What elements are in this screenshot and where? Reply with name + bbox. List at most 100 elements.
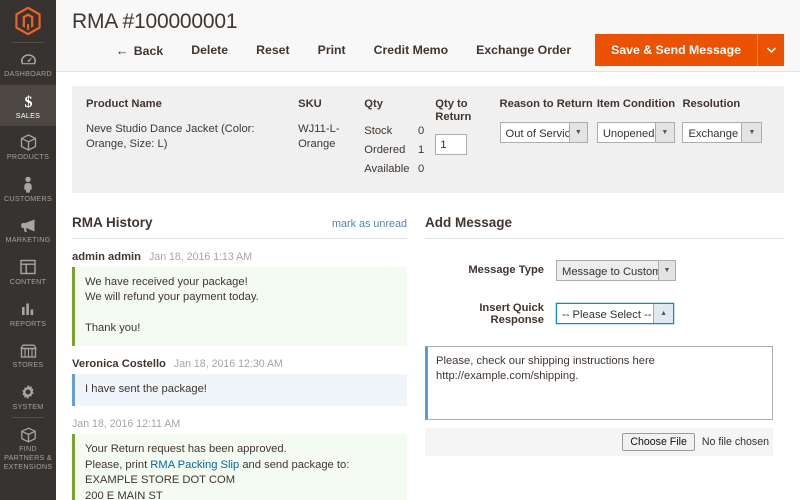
- sidebar-item-products[interactable]: Products: [0, 126, 56, 168]
- save-send-split-button: Save & Send Message: [595, 34, 784, 66]
- sku-value: WJ11-L-Orange: [298, 122, 340, 150]
- resolution-select[interactable]: Exchange ▼: [682, 121, 763, 143]
- print-button[interactable]: Print: [304, 37, 360, 63]
- history-message: Veronica Costello Jan 18, 2016 12:30 AM …: [72, 358, 407, 406]
- sidebar-item-content[interactable]: Content: [0, 251, 56, 293]
- message-type-value: Message to Customer: [562, 265, 658, 278]
- mark-as-unread-link[interactable]: mark as unread: [332, 218, 407, 230]
- history-message-body: We have received your package! We will r…: [72, 266, 407, 346]
- sidebar-item-label: Customers: [3, 193, 53, 203]
- dashboard-gauge-icon: [2, 50, 54, 69]
- history-message-meta: Veronica Costello Jan 18, 2016 12:30 AM: [72, 358, 407, 370]
- sidebar-item-system[interactable]: System: [0, 376, 56, 418]
- person-icon: [2, 175, 54, 194]
- sidebar-item-label: Sales: [15, 110, 41, 120]
- qty-to-return-input[interactable]: [435, 134, 468, 155]
- bar-chart-icon: [2, 300, 54, 319]
- reset-button[interactable]: Reset: [242, 37, 304, 63]
- gear-icon: [2, 383, 54, 402]
- save-and-send-message-button[interactable]: Save & Send Message: [595, 34, 757, 66]
- column-reason-to-return: Reason to Return Out of Service ▼: [499, 98, 597, 179]
- arrow-left-icon: ←: [115, 42, 129, 58]
- qty-ordered-row: Ordered 1: [364, 141, 424, 160]
- item-condition-select[interactable]: Unopened ▼: [596, 121, 675, 143]
- history-message-meta: admin admin Jan 18, 2016 1:13 AM: [72, 251, 407, 263]
- svg-text:$: $: [24, 94, 32, 110]
- qty-stock-label: Stock: [364, 124, 393, 137]
- choose-file-button[interactable]: Choose File: [622, 432, 695, 451]
- storefront-icon: [2, 341, 54, 360]
- sidebar-item-reports[interactable]: Reports: [0, 293, 56, 335]
- box-icon: [2, 133, 54, 152]
- save-options-toggle-button[interactable]: [757, 34, 784, 66]
- lower-columns: RMA History mark as unread admin admin J…: [72, 215, 784, 500]
- sidebar-item-label: Marketing: [5, 235, 51, 245]
- column-header: Resolution: [682, 98, 741, 110]
- sidebar-item-stores[interactable]: Stores: [0, 334, 56, 376]
- history-message-body: Your Return request has been approved. P…: [72, 434, 407, 500]
- column-qty-to-return: Qty to Return: [435, 98, 499, 179]
- message-textarea[interactable]: Please, check our shipping instructions …: [425, 345, 773, 420]
- page-actions-toolbar: ← Back Delete Reset Print Credit Memo Exc…: [102, 34, 784, 66]
- sidebar-item-label: Products: [6, 152, 50, 162]
- page-body: Product Name Neve Studio Dance Jacket (C…: [56, 86, 800, 500]
- exchange-order-button[interactable]: Exchange Order: [462, 37, 585, 63]
- package-icon: [2, 425, 54, 444]
- delete-button[interactable]: Delete: [177, 37, 242, 63]
- magento-logo-icon: [15, 7, 41, 35]
- sidebar-item-dashboard[interactable]: Dashboard: [0, 43, 56, 85]
- history-message-meta: Jan 18, 2016 12:11 AM: [72, 418, 407, 430]
- chevron-down-icon: ▼: [657, 260, 675, 280]
- reason-to-return-select[interactable]: Out of Service ▼: [499, 121, 588, 143]
- magento-logo[interactable]: [0, 0, 56, 42]
- message-type-label: Message Type: [468, 264, 544, 276]
- chevron-down-icon: ▼: [569, 122, 587, 142]
- sidebar-item-label: Content: [9, 276, 47, 286]
- history-message-body: I have sent the package!: [72, 373, 407, 406]
- sidebar-item-customers[interactable]: Customers: [0, 168, 56, 210]
- column-header: SKU: [298, 98, 322, 110]
- qty-ordered-value: 1: [418, 143, 425, 156]
- file-upload-control[interactable]: Choose File No file chosen: [622, 432, 769, 451]
- rma-history-panel: RMA History mark as unread admin admin J…: [72, 215, 425, 500]
- rma-packing-slip-link[interactable]: RMA Packing Slip: [150, 459, 239, 471]
- chevron-down-icon: ▼: [741, 122, 762, 142]
- credit-memo-button[interactable]: Credit Memo: [360, 37, 462, 63]
- column-header: Qty to Return: [435, 98, 472, 123]
- add-message-title: Add Message: [425, 214, 513, 230]
- chevron-down-icon: ▼: [654, 122, 674, 142]
- quick-response-field-row: Insert Quick Response -- Please Select -…: [425, 302, 784, 326]
- sidebar-item-marketing[interactable]: Marketing: [0, 209, 56, 251]
- item-condition-value: Unopened: [602, 127, 655, 140]
- main-content: RMA #100000001 ← Back Delete Reset Print …: [56, 0, 800, 500]
- product-name-value: Neve Studio Dance Jacket (Color: Orange,…: [86, 122, 255, 150]
- message-type-select[interactable]: Message to Customer ▼: [556, 259, 676, 281]
- sidebar-item-label: Dashboard: [4, 69, 52, 78]
- column-qty: Qty Stock 0 Ordered 1 Available 0: [364, 98, 435, 179]
- column-header: Qty: [364, 98, 383, 110]
- back-button[interactable]: ← Back: [102, 37, 177, 64]
- attachment-row: Choose File No file chosen: [425, 427, 773, 456]
- admin-sidebar: Dashboard $ Sales Products Customers Mar…: [0, 0, 56, 500]
- qty-ordered-label: Ordered: [364, 143, 406, 156]
- qty-stock-value: 0: [418, 124, 425, 137]
- history-message-date: Jan 18, 2016 12:11 AM: [72, 418, 181, 430]
- history-message-date: Jan 18, 2016 12:30 AM: [173, 357, 283, 370]
- sidebar-item-label: Stores: [12, 360, 44, 370]
- insert-quick-response-select[interactable]: -- Please Select -- ▲: [555, 302, 675, 325]
- history-message: admin admin Jan 18, 2016 1:13 AM We have…: [72, 251, 407, 346]
- reason-to-return-value: Out of Service: [505, 127, 570, 140]
- history-message-date: Jan 18, 2016 1:13 AM: [149, 250, 253, 263]
- qty-available-row: Available 0: [364, 160, 424, 179]
- sidebar-item-label: Reports: [9, 318, 47, 328]
- sidebar-item-sales[interactable]: $ Sales: [0, 84, 56, 127]
- history-message-author: admin admin: [72, 250, 141, 263]
- column-header: Product Name: [86, 98, 162, 110]
- qty-available-value: 0: [418, 162, 425, 175]
- sidebar-item-find-partners-extensions[interactable]: Find Partners & Extensions: [0, 418, 56, 477]
- message-textarea-wrap: Please, check our shipping instructions …: [425, 345, 784, 456]
- no-file-chosen-label: No file chosen: [701, 435, 769, 448]
- sidebar-item-label: Find Partners & Extensions: [3, 444, 53, 471]
- layout-panel-icon: [2, 258, 54, 277]
- chevron-down-icon: [766, 47, 776, 53]
